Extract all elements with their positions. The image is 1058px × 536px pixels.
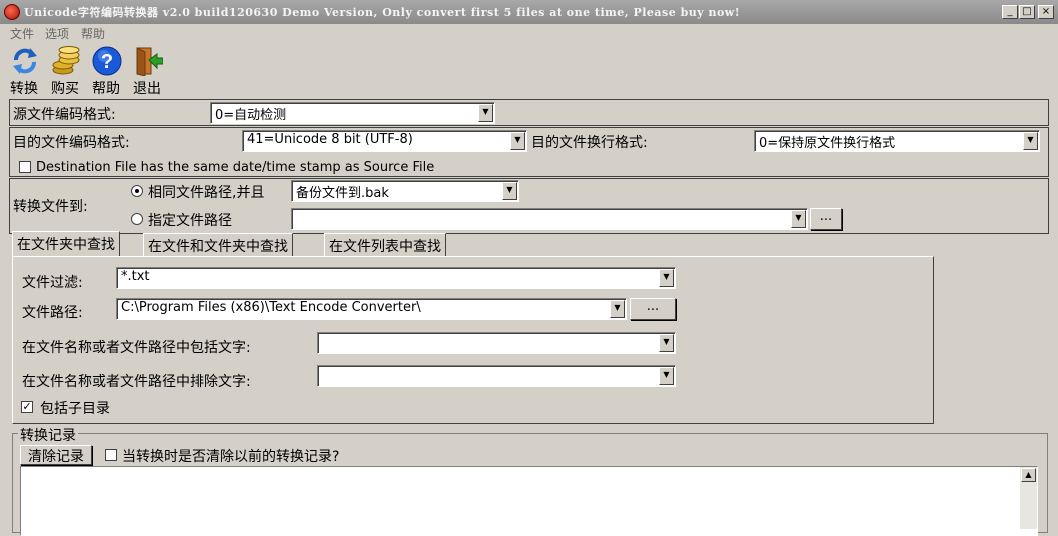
minimize-button[interactable]: _ xyxy=(1002,5,1018,19)
subdirs-label: 包括子目录 xyxy=(40,401,110,417)
door-exit-icon xyxy=(136,47,163,76)
maximize-button[interactable]: □ xyxy=(1019,5,1035,19)
include-text-select[interactable]: ▼ xyxy=(317,332,676,354)
filter-value: *.txt xyxy=(121,269,150,284)
menu-help[interactable]: 帮助 xyxy=(81,25,105,42)
filter-select[interactable]: *.txt ▼ xyxy=(116,267,676,289)
buy-label: 购买 xyxy=(51,81,79,97)
clear-log-button[interactable]: 清除记录 xyxy=(20,445,92,465)
question-mark-icon: ? xyxy=(92,46,122,76)
subdirs-checkbox[interactable]: ✓ xyxy=(21,401,33,413)
backup-value: 备份文件到.bak xyxy=(296,186,389,201)
exit-label: 退出 xyxy=(133,81,161,97)
path-select[interactable]: C:\Program Files (x86)\Text Encode Conve… xyxy=(116,298,627,320)
menu-options[interactable]: 选项 xyxy=(45,25,69,42)
timestamp-label: Destination File has the same date/time … xyxy=(36,160,435,175)
chevron-down-icon[interactable]: ▼ xyxy=(478,104,493,122)
filter-label: 文件过滤: xyxy=(22,275,83,291)
convert-label: 转换 xyxy=(10,81,38,97)
line-ending-value: 0=保持原文件换行格式 xyxy=(759,136,896,151)
chevron-down-icon[interactable]: ▼ xyxy=(659,367,674,385)
convert-button[interactable]: 转换 xyxy=(4,46,44,97)
app-icon[interactable] xyxy=(4,4,20,20)
coins-icon xyxy=(52,46,80,75)
same-path-label: 相同文件路径,并且 xyxy=(148,185,265,201)
source-encoding-value: 0=自动检测 xyxy=(215,108,287,123)
backup-select[interactable]: 备份文件到.bak ▼ xyxy=(291,180,519,202)
custom-path-select[interactable]: ▼ xyxy=(291,208,808,230)
source-encoding-select[interactable]: 0=自动检测 ▼ xyxy=(210,102,495,124)
chevron-down-icon[interactable]: ▼ xyxy=(659,269,674,287)
chevron-down-icon[interactable]: ▼ xyxy=(1023,132,1038,150)
line-ending-select[interactable]: 0=保持原文件换行格式 ▼ xyxy=(754,130,1040,152)
source-encoding-row xyxy=(9,99,1049,126)
dest-encoding-value: 41=Unicode 8 bit (UTF-8) xyxy=(247,132,413,147)
help-button[interactable]: ? 帮助 xyxy=(86,46,126,97)
custom-path-browse-button[interactable]: ... xyxy=(810,208,842,230)
same-path-radio[interactable] xyxy=(131,185,143,197)
menu-file[interactable]: 文件 xyxy=(10,25,34,42)
tab-file-list-search[interactable]: 在文件列表中查找 xyxy=(324,233,446,257)
path-value: C:\Program Files (x86)\Text Encode Conve… xyxy=(121,300,421,315)
close-button[interactable]: × xyxy=(1038,5,1054,19)
chevron-down-icon[interactable]: ▼ xyxy=(502,182,517,200)
path-browse-button[interactable]: ... xyxy=(630,298,676,320)
tab-file-and-folder-search[interactable]: 在文件和文件夹中查找 xyxy=(143,233,293,257)
log-group-label: 转换记录 xyxy=(18,425,78,445)
path-label: 文件路径: xyxy=(22,305,83,321)
clear-on-convert-label: 当转换时是否清除以前的转换记录? xyxy=(122,449,340,465)
tab-folder-search[interactable]: 在文件夹中查找 xyxy=(12,231,120,257)
custom-path-radio[interactable] xyxy=(131,213,143,225)
exclude-text-label: 在文件名称或者文件路径中排除文字: xyxy=(22,374,251,390)
timestamp-checkbox[interactable] xyxy=(19,161,31,173)
line-ending-label: 目的文件换行格式: xyxy=(531,135,648,151)
exit-button[interactable]: 退出 xyxy=(127,46,167,97)
exclude-text-select[interactable]: ▼ xyxy=(317,365,676,387)
svg-text:?: ? xyxy=(101,51,113,73)
dest-encoding-label: 目的文件编码格式: xyxy=(13,135,130,151)
log-output[interactable] xyxy=(20,466,1038,536)
chevron-down-icon[interactable]: ▼ xyxy=(510,132,525,150)
clear-on-convert-checkbox[interactable] xyxy=(105,449,117,461)
scroll-up-icon[interactable]: ▲ xyxy=(1021,468,1036,482)
chevron-down-icon[interactable]: ▼ xyxy=(791,210,806,228)
source-encoding-label: 源文件编码格式: xyxy=(13,107,116,123)
refresh-arrows-icon xyxy=(13,48,37,74)
include-text-label: 在文件名称或者文件路径中包括文字: xyxy=(22,340,251,356)
convert-to-label: 转换文件到: xyxy=(13,199,88,215)
dest-encoding-select[interactable]: 41=Unicode 8 bit (UTF-8) ▼ xyxy=(242,130,527,152)
custom-path-label: 指定文件路径 xyxy=(148,213,232,229)
title-bar: Unicode字符编码转换器 v2.0 build120630 Demo Ver… xyxy=(0,0,1058,24)
buy-button[interactable]: 购买 xyxy=(45,46,85,97)
window-title: Unicode字符编码转换器 v2.0 build120630 Demo Ver… xyxy=(24,6,741,19)
help-label: 帮助 xyxy=(92,81,120,97)
chevron-down-icon[interactable]: ▼ xyxy=(659,334,674,352)
chevron-down-icon[interactable]: ▼ xyxy=(610,300,625,318)
